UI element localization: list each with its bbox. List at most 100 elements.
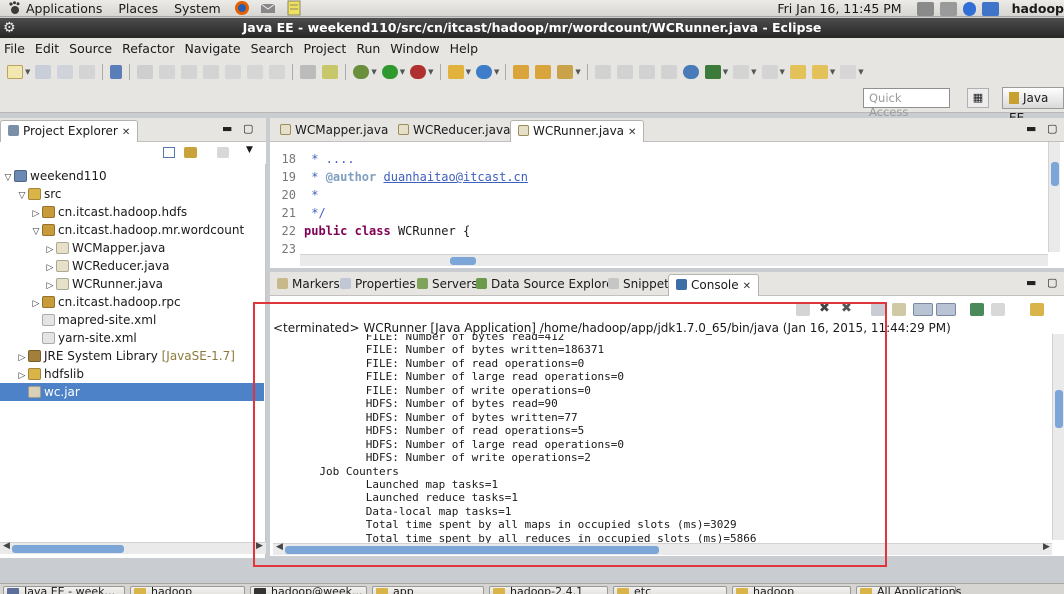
tree-item[interactable]: ▽ weekend110 — [2, 167, 107, 185]
tree-item[interactable]: wc.jar — [0, 383, 264, 401]
perspective-javaee-button[interactable]: Java EE — [1002, 87, 1064, 125]
menu-edit[interactable]: Edit — [30, 41, 64, 56]
run-dropdown-icon[interactable]: ▼ — [400, 68, 405, 76]
terminate-icon[interactable] — [796, 303, 810, 316]
tree-item[interactable]: ▷ hdfslib — [16, 365, 84, 383]
remove-all-launches-icon[interactable]: ✖ — [841, 302, 855, 316]
tree-item[interactable]: ▷ WCRunner.java — [44, 275, 164, 293]
close-icon[interactable]: ✕ — [122, 127, 130, 138]
search-icon[interactable] — [557, 65, 574, 79]
focus-icon[interactable] — [217, 147, 229, 158]
prev-annotation-dropdown-icon[interactable]: ▼ — [780, 68, 785, 76]
console-horizontal-scrollbar[interactable]: ◀ ▶ — [273, 542, 1052, 555]
prev-annotation-icon[interactable] — [761, 65, 778, 79]
taskbar-button[interactable]: hadoop — [130, 586, 245, 594]
taskbar-button[interactable]: app — [372, 586, 484, 594]
system-menu[interactable]: System — [166, 0, 229, 17]
tree-item[interactable]: ▷ cn.itcast.hadoop.hdfs — [30, 203, 188, 221]
show-whitespace-icon[interactable] — [300, 65, 317, 79]
scroll-thumb[interactable] — [450, 257, 476, 265]
menu-project[interactable]: Project — [299, 41, 352, 56]
menu-navigate[interactable]: Navigate — [180, 41, 246, 56]
mail-launcher-icon[interactable] — [259, 0, 277, 16]
taskbar-button[interactable]: Java EE - week... — [3, 586, 125, 594]
menu-window[interactable]: Window — [385, 41, 444, 56]
network-icon[interactable] — [916, 1, 934, 16]
run-icon[interactable] — [381, 65, 398, 79]
explorer-horizontal-scrollbar[interactable]: ◀ ▶ — [0, 541, 266, 554]
scroll-thumb[interactable] — [1055, 390, 1063, 428]
window-menu-icon[interactable]: ⚙ — [3, 20, 16, 36]
new-icon[interactable] — [7, 65, 23, 79]
bluetooth-icon[interactable] — [962, 1, 976, 16]
print-icon[interactable] — [79, 65, 96, 79]
remove-launch-icon[interactable]: ✖ — [819, 302, 833, 316]
tab-wcrunner[interactable]: WCRunner.java ✕ — [510, 120, 645, 142]
disconnect-icon[interactable] — [203, 65, 220, 79]
show-on-stdout-icon[interactable] — [913, 303, 933, 316]
debug-icon[interactable] — [353, 65, 370, 79]
display-icon[interactable] — [981, 1, 999, 16]
console-output[interactable]: FILE: Number of bytes read=412 FILE: Num… — [273, 334, 1048, 544]
back-nav-icon[interactable] — [811, 65, 828, 79]
web-services-dropdown-icon[interactable]: ▼ — [723, 68, 728, 76]
suspend-icon[interactable] — [159, 65, 176, 79]
user-name[interactable]: hadoop — [1012, 1, 1064, 16]
tab-wcreducer[interactable]: WCReducer.java — [391, 120, 517, 142]
expanded-twisty-icon[interactable]: ▽ — [16, 187, 28, 205]
skip-breakpoints-icon[interactable] — [110, 65, 123, 79]
back-dropdown-icon[interactable]: ▼ — [830, 68, 835, 76]
terminate-icon[interactable] — [181, 65, 198, 79]
scroll-thumb[interactable] — [1051, 162, 1059, 186]
last-edit-icon[interactable] — [638, 65, 655, 79]
collapse-all-icon[interactable] — [163, 147, 175, 158]
tree-item[interactable]: ▷ cn.itcast.hadoop.rpc — [30, 293, 181, 311]
pin-editor-icon[interactable] — [660, 65, 677, 79]
editor-vertical-scrollbar[interactable] — [1048, 142, 1060, 252]
save-icon[interactable] — [35, 65, 52, 79]
window-titlebar[interactable]: ⚙ Java EE - weekend110/src/cn/itcast/had… — [0, 18, 1064, 38]
menu-file[interactable]: File — [0, 41, 30, 56]
next-annotation-icon[interactable] — [733, 65, 750, 79]
scroll-thumb[interactable] — [285, 546, 659, 554]
view-menu-icon[interactable]: ▼ — [246, 145, 253, 155]
maximize-icon[interactable]: ▢ — [243, 122, 253, 135]
minimize-icon[interactable]: ▬ — [222, 122, 232, 135]
menu-run[interactable]: Run — [351, 41, 385, 56]
new-class-dropdown-icon[interactable]: ▼ — [494, 68, 499, 76]
open-console-icon[interactable] — [1030, 303, 1044, 316]
taskbar-button[interactable]: hadoop@week... — [250, 586, 367, 594]
close-icon[interactable]: ✕ — [628, 127, 636, 138]
forward-icon[interactable] — [840, 65, 857, 79]
external-tools-dropdown-icon[interactable]: ▼ — [428, 68, 433, 76]
minimize-icon[interactable]: ▬ — [1026, 122, 1036, 135]
notes-launcher-icon[interactable] — [285, 0, 303, 16]
tab-project-explorer[interactable]: Project Explorer ✕ — [0, 120, 139, 142]
volume-icon[interactable] — [939, 1, 957, 16]
new-server-icon[interactable] — [447, 65, 464, 79]
scroll-lock-icon[interactable] — [892, 303, 906, 316]
new-server-dropdown-icon[interactable]: ▼ — [466, 68, 471, 76]
tree-item[interactable]: yarn-site.xml — [30, 329, 137, 347]
pin-console-icon[interactable] — [970, 303, 984, 316]
new-dropdown-icon[interactable]: ▼ — [25, 68, 30, 76]
quick-access-input[interactable]: Quick Access — [863, 88, 950, 119]
tree-item[interactable]: ▷ WCMapper.java — [44, 239, 166, 257]
tree-item[interactable]: ▽ src — [16, 185, 62, 203]
firefox-launcher-icon[interactable] — [233, 0, 251, 16]
open-perspective-button[interactable]: ▦ — [967, 88, 989, 108]
tree-item[interactable]: mapred-site.xml — [30, 311, 156, 329]
link-with-editor-icon[interactable] — [184, 147, 197, 158]
code-editor[interactable]: 18 * .... 19 * @author duanhaitao@itcast… — [270, 142, 1064, 268]
external-tools-icon[interactable] — [410, 65, 427, 79]
step-over-icon[interactable] — [247, 65, 264, 79]
display-console-icon[interactable] — [991, 303, 1005, 316]
tab-wcmapper[interactable]: WCMapper.java — [273, 120, 395, 142]
toggle-mark-icon[interactable] — [322, 65, 339, 79]
forward-dropdown-icon[interactable]: ▼ — [858, 68, 863, 76]
taskbar-button[interactable]: hadoop — [732, 586, 851, 594]
step-into-icon[interactable] — [225, 65, 242, 79]
email-link[interactable]: duanhaitao@itcast.cn — [384, 170, 529, 184]
tab-console[interactable]: Console ✕ — [668, 274, 760, 296]
taskbar-button[interactable]: etc — [613, 586, 727, 594]
